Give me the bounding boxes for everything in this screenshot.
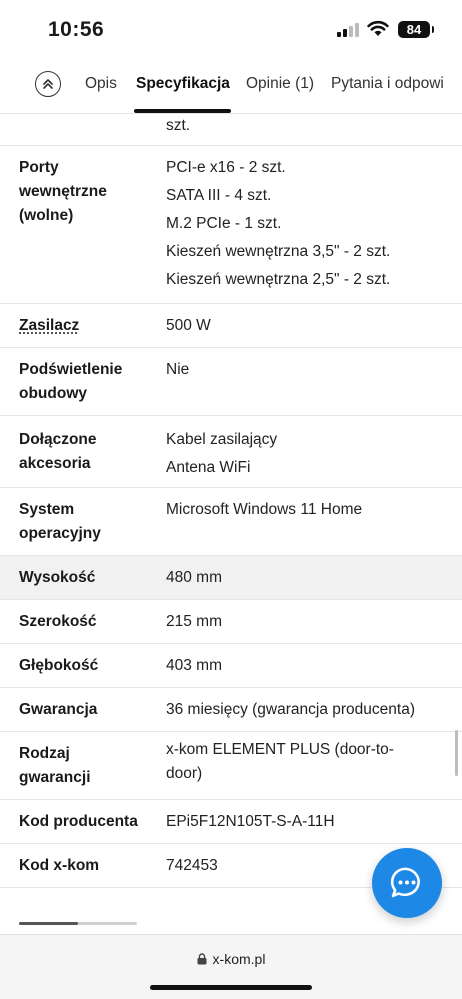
- spec-label-line: Wysokość: [19, 569, 96, 586]
- spec-label: System operacyjny: [19, 498, 101, 546]
- home-indicator[interactable]: [150, 985, 312, 990]
- chat-bubble-icon: [390, 867, 420, 898]
- spec-value: 500 W: [166, 317, 211, 334]
- chevron-double-up-icon: [43, 79, 53, 89]
- spec-value: M.2 PCIe - 1 szt.: [166, 215, 282, 232]
- status-time: 10:56: [48, 18, 105, 41]
- spec-values: EPi5F12N105T-S-A-11H: [166, 808, 335, 836]
- spec-row: szt.: [0, 114, 462, 146]
- spec-values: 500 W: [166, 312, 211, 340]
- spec-value: Antena WiFi: [166, 459, 251, 476]
- spec-label-line: obudowy: [19, 385, 88, 402]
- spec-value: SATA III - 4 szt.: [166, 187, 272, 204]
- url-display[interactable]: x-kom.pl: [0, 951, 462, 967]
- lock-icon: [197, 953, 207, 965]
- spec-value: EPi5F12N105T-S-A-11H: [166, 813, 335, 830]
- spec-values: x-kom ELEMENT PLUS (door-to-door): [166, 738, 394, 786]
- spec-row: Kod producenta EPi5F12N105T-S-A-11H: [0, 800, 462, 844]
- spec-values: Nie: [166, 356, 189, 384]
- spec-values: 403 mm: [166, 652, 222, 680]
- collapse-button[interactable]: [35, 71, 61, 97]
- spec-values: Kabel zasilający Antena WiFi: [166, 426, 277, 482]
- spec-value: szt.: [166, 117, 191, 134]
- wifi-icon: [367, 20, 389, 36]
- tab-specyfikacja[interactable]: Specyfikacja: [136, 75, 230, 93]
- spec-row: Wysokość 480 mm: [0, 556, 462, 600]
- spec-row: Szerokość 215 mm: [0, 600, 462, 644]
- spec-value: Kieszeń wewnętrzna 3,5" - 2 szt.: [166, 243, 391, 260]
- spec-value: 742453: [166, 857, 218, 874]
- spec-label-line: Porty: [19, 159, 59, 176]
- carousel-progress: [19, 922, 137, 925]
- status-bar: 10:56 84: [0, 0, 462, 58]
- vertical-scrollbar[interactable]: [455, 730, 458, 776]
- spec-value: 480 mm: [166, 569, 222, 586]
- spec-label-line: Podświetlenie: [19, 361, 123, 378]
- url-text: x-kom.pl: [212, 951, 266, 967]
- tab-opinie[interactable]: Opinie (1): [246, 75, 314, 93]
- tab-pytania[interactable]: Pytania i odpowi: [331, 75, 444, 93]
- spec-label-line: (wolne): [19, 207, 74, 224]
- spec-value: Microsoft Windows 11 Home: [166, 501, 363, 518]
- spec-value: 403 mm: [166, 657, 222, 674]
- chat-button[interactable]: [372, 848, 442, 918]
- spec-values: 480 mm: [166, 564, 222, 592]
- spec-label: Porty wewnętrzne (wolne): [19, 156, 107, 228]
- spec-row: Zasilacz 500 W: [0, 304, 462, 348]
- spec-label-line: Szerokość: [19, 613, 97, 630]
- spec-label-line: Kod x-kom: [19, 857, 100, 874]
- spec-value: 215 mm: [166, 613, 222, 630]
- spec-label: Wysokość: [19, 566, 95, 590]
- spec-label-line: operacyjny: [19, 525, 101, 542]
- spec-table: szt. Porty wewnętrzne (wolne) PCI-e x16 - 2 …: [0, 114, 462, 888]
- browser-address-bar[interactable]: x-kom.pl: [0, 934, 462, 999]
- spec-row: Podświetlenie obudowy Nie: [0, 348, 462, 416]
- spec-label-line: akcesoria: [19, 455, 91, 472]
- spec-row: Głębokość 403 mm: [0, 644, 462, 688]
- spec-row: Rodzaj gwarancji x-kom ELEMENT PLUS (door-…: [0, 732, 462, 800]
- spec-row: Dołączone akcesoria Kabel zasilający Antena…: [0, 416, 462, 488]
- spec-value: door): [166, 765, 203, 782]
- spec-value: Kabel zasilający: [166, 431, 278, 448]
- spec-label: Rodzaj gwarancji: [19, 742, 91, 790]
- spec-label: Kod x-kom: [19, 854, 99, 878]
- spec-label-line: System: [19, 501, 75, 518]
- spec-label: Podświetlenie obudowy: [19, 358, 122, 406]
- spec-values: 36 miesięcy (gwarancja producenta): [166, 696, 415, 724]
- spec-value: PCI-e x16 - 2 szt.: [166, 159, 286, 176]
- spec-label-line: Rodzaj: [19, 745, 70, 762]
- spec-label-line: Gwarancja: [19, 701, 98, 718]
- spec-values: Microsoft Windows 11 Home: [166, 496, 362, 524]
- spec-label: Szerokość: [19, 610, 97, 634]
- spec-value: Nie: [166, 361, 190, 378]
- spec-row: Gwarancja 36 miesięcy (gwarancja producen…: [0, 688, 462, 732]
- spec-values: 215 mm: [166, 608, 222, 636]
- spec-label: Gwarancja: [19, 698, 97, 722]
- battery-icon: 84: [398, 21, 434, 38]
- spec-label-line: Kod producenta: [19, 813, 138, 830]
- spec-label-line: Głębokość: [19, 657, 99, 674]
- spec-label-line: wewnętrzne: [19, 183, 107, 200]
- spec-value: Kieszeń wewnętrzna 2,5" - 2 szt.: [166, 271, 391, 288]
- spec-label: Głębokość: [19, 654, 98, 678]
- spec-values: szt.: [166, 112, 190, 140]
- spec-value: 36 miesięcy (gwarancja producenta): [166, 701, 415, 718]
- section-tabs: Opis Specyfikacja Opinie (1) Pytania i o…: [0, 58, 462, 114]
- tab-opis[interactable]: Opis: [85, 75, 117, 93]
- spec-values: PCI-e x16 - 2 szt. SATA III - 4 szt. M.2 P…: [166, 154, 390, 294]
- spec-label: Kod producenta: [19, 810, 138, 834]
- spec-row: System operacyjny Microsoft Windows 11 Hom…: [0, 488, 462, 556]
- spec-values: 742453: [166, 852, 218, 880]
- spec-value: x-kom ELEMENT PLUS (door-to-: [166, 741, 394, 758]
- spec-label-line: Zasilacz: [19, 317, 80, 334]
- spec-label: Dołączone akcesoria: [19, 428, 97, 476]
- spec-row: Porty wewnętrzne (wolne) PCI-e x16 - 2 szt.…: [0, 146, 462, 304]
- spec-label-line: gwarancji: [19, 769, 91, 786]
- spec-label-line: Dołączone: [19, 431, 97, 448]
- cellular-signal-icon: [337, 22, 359, 37]
- spec-label[interactable]: Zasilacz: [19, 314, 79, 338]
